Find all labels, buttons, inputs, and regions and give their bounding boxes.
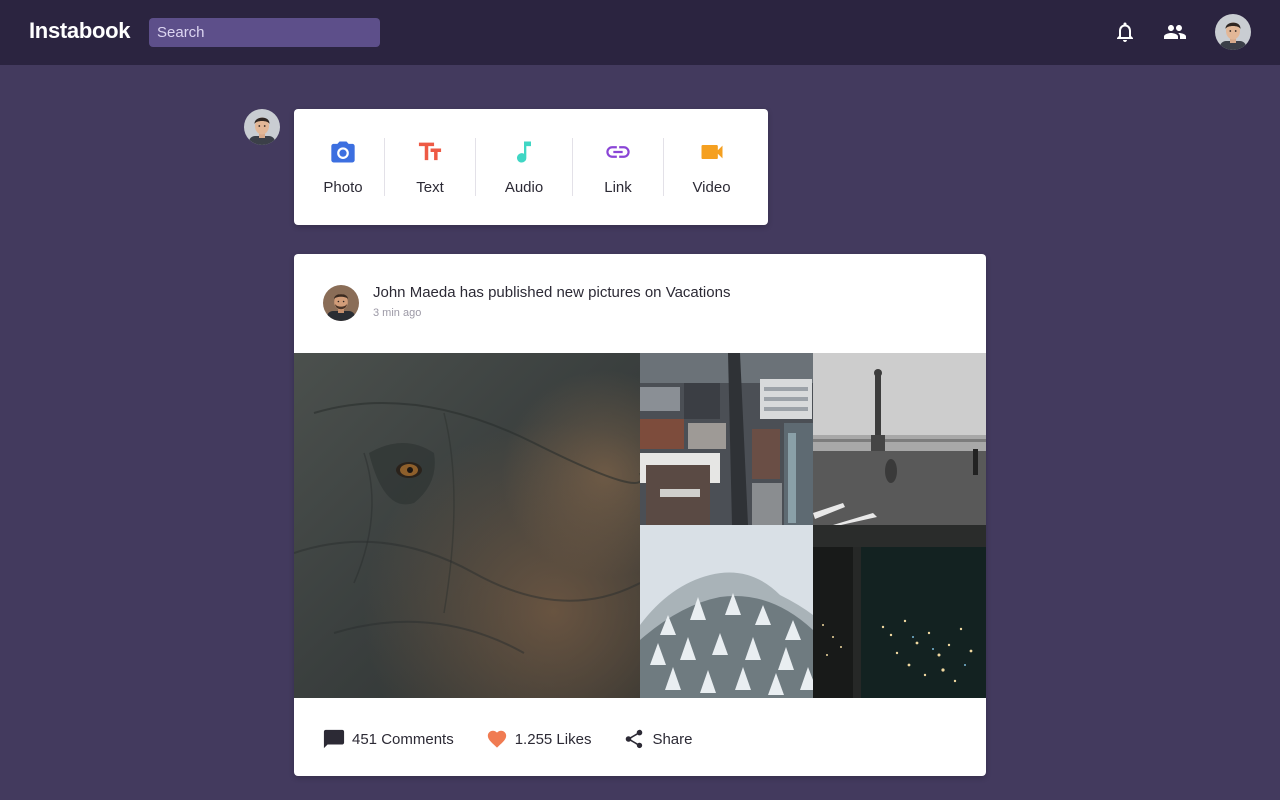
gallery-photo-column-square[interactable] — [813, 353, 986, 525]
notifications-bell-icon[interactable] — [1113, 20, 1137, 44]
composer-photo-label: Photo — [323, 179, 363, 196]
link-icon — [604, 138, 632, 166]
user-avatar[interactable] — [1215, 14, 1251, 50]
share-button[interactable]: Share — [623, 728, 692, 750]
comments-button[interactable]: 451 Comments — [323, 728, 454, 750]
composer-link-button[interactable]: Link — [573, 138, 663, 196]
music-note-icon — [510, 138, 538, 166]
camera-icon — [329, 138, 357, 166]
gallery-photo-snowy-forest[interactable] — [640, 525, 813, 698]
text-icon — [416, 138, 444, 166]
comments-count-label: 451 Comments — [352, 730, 454, 748]
search-input[interactable] — [149, 18, 380, 47]
gallery-photo-elephant[interactable] — [294, 353, 640, 698]
post-card: John Maeda has published new pictures on… — [294, 254, 986, 776]
gallery-photo-night-city[interactable] — [813, 525, 986, 698]
composer-text-label: Text — [416, 179, 444, 196]
share-icon — [626, 729, 643, 749]
gallery-photo-city-aerial[interactable] — [640, 353, 813, 525]
friends-people-icon[interactable] — [1163, 20, 1187, 44]
likes-count-label: 1.255 Likes — [514, 730, 592, 748]
photo-gallery — [294, 353, 986, 698]
composer-link-label: Link — [604, 179, 632, 196]
comment-icon — [323, 729, 345, 749]
app-logo[interactable]: Instabook — [29, 18, 131, 44]
post-composer: Photo Text Audio Link Video — [294, 109, 768, 225]
composer-audio-label: Audio — [504, 179, 544, 196]
post-title: John Maeda has published new pictures on… — [373, 284, 731, 301]
composer-video-button[interactable]: Video — [664, 138, 759, 196]
videocam-icon — [698, 138, 726, 166]
top-bar: Instabook — [0, 0, 1280, 65]
composer-audio-button[interactable]: Audio — [476, 138, 572, 196]
composer-video-label: Video — [692, 179, 731, 196]
post-timestamp: 3 min ago — [373, 307, 422, 319]
composer-user-avatar — [244, 109, 280, 145]
composer-text-button[interactable]: Text — [385, 138, 475, 196]
author-avatar[interactable] — [323, 285, 359, 321]
likes-button[interactable]: 1.255 Likes — [486, 728, 592, 750]
share-label: Share — [652, 730, 693, 748]
composer-photo-button[interactable]: Photo — [302, 138, 384, 196]
heart-icon — [487, 730, 506, 748]
post-actions: 451 Comments 1.255 Likes Share — [323, 727, 724, 751]
